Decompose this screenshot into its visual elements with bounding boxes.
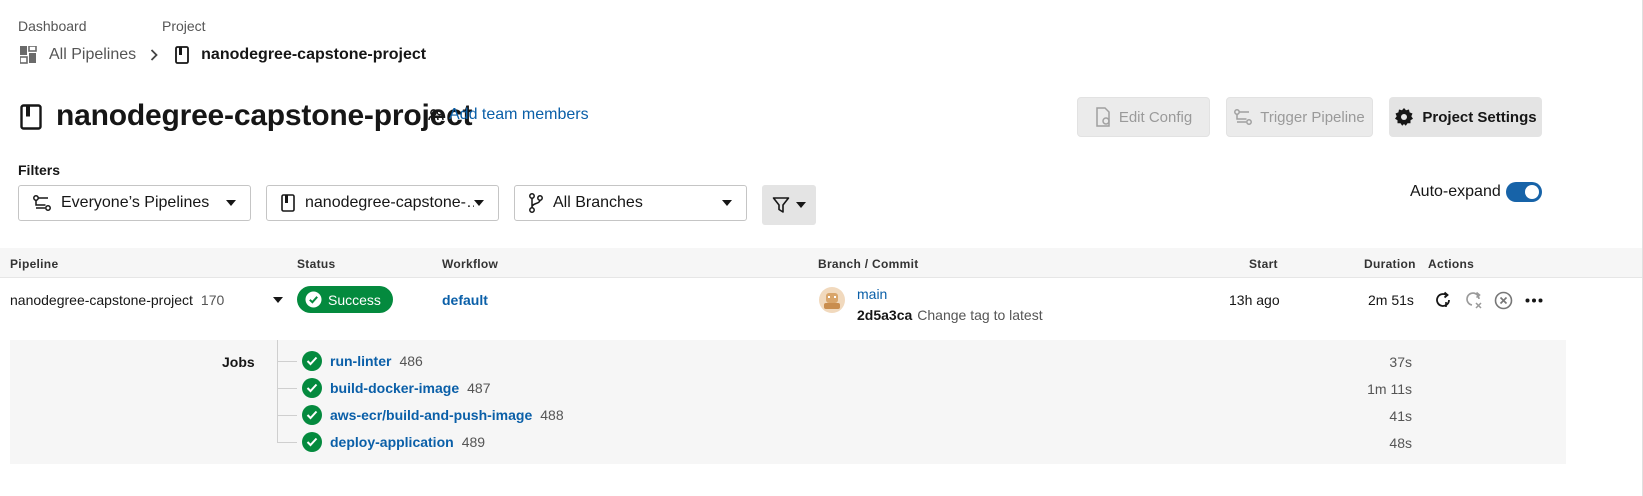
jobs-tree-branch: [277, 361, 297, 362]
breadcrumb-current-project[interactable]: nanodegree-capstone-project: [201, 46, 426, 64]
column-header-duration: Duration: [1364, 257, 1416, 271]
pipeline-name-cell: nanodegree-capstone-project 170: [10, 292, 224, 308]
caret-down-icon: [722, 200, 732, 206]
workflow-link[interactable]: default: [442, 292, 488, 308]
caret-down-icon: [226, 200, 236, 206]
advanced-filter-button[interactable]: [762, 185, 816, 225]
edit-config-label: Edit Config: [1118, 108, 1193, 126]
job-row: run-linter 486: [302, 351, 423, 371]
pipeline-number: 170: [200, 292, 225, 308]
trigger-pipeline-button[interactable]: Trigger Pipeline: [1226, 97, 1373, 137]
caret-down-icon: [474, 200, 484, 206]
pipeline-icon: [33, 195, 51, 211]
breadcrumb-project-label: Project: [162, 18, 206, 34]
check-circle-icon: [302, 405, 322, 425]
jobs-panel: Jobs run-linter 486 37s build-docker-ima…: [10, 340, 1566, 464]
job-duration: 41s: [1389, 408, 1412, 424]
avatar: [819, 287, 845, 313]
jobs-tree-line: [277, 340, 278, 442]
column-header-branch-commit: Branch / Commit: [818, 257, 919, 271]
job-link[interactable]: deploy-application: [330, 434, 454, 450]
chevron-right-icon: [148, 49, 160, 61]
branch-filter-select[interactable]: All Branches: [514, 185, 747, 221]
table-header: Pipeline Status Workflow Branch / Commit…: [0, 248, 1643, 278]
check-circle-icon: [302, 378, 322, 398]
auto-expand-toggle[interactable]: [1506, 182, 1542, 202]
job-link[interactable]: aws-ecr/build-and-push-image: [330, 407, 532, 423]
project-filter-select[interactable]: nanodegree-capstone-…: [266, 185, 499, 221]
edit-config-button[interactable]: Edit Config: [1077, 97, 1210, 137]
job-link[interactable]: build-docker-image: [330, 380, 459, 396]
add-team-members-label[interactable]: Add team members: [449, 106, 589, 124]
status-label: Success: [328, 291, 381, 308]
jobs-label: Jobs: [222, 354, 255, 370]
file-gear-icon: [1095, 107, 1111, 127]
jobs-tree-branch: [277, 442, 297, 443]
job-row: build-docker-image 487: [302, 378, 491, 398]
filters-label: Filters: [18, 162, 61, 178]
add-team-members-link[interactable]: Add team members: [428, 106, 589, 124]
pipeline-icon: [1234, 109, 1253, 125]
check-circle-icon: [302, 432, 322, 452]
pipelines-filter-select[interactable]: Everyone’s Pipelines: [18, 185, 251, 221]
job-link[interactable]: run-linter: [330, 353, 391, 369]
project-settings-label: Project Settings: [1422, 108, 1537, 126]
job-duration: 48s: [1389, 435, 1412, 451]
project-settings-button[interactable]: Project Settings: [1389, 97, 1542, 137]
caret-down-icon: [796, 202, 806, 208]
start-time: 13h ago: [1229, 292, 1280, 308]
check-circle-icon: [302, 351, 322, 371]
column-header-start: Start: [1249, 257, 1278, 271]
project-book-icon: [174, 46, 190, 64]
job-row: deploy-application 489: [302, 432, 485, 452]
commit-sha[interactable]: 2d5a3ca: [857, 307, 912, 323]
pipeline-name[interactable]: nanodegree-capstone-project: [10, 292, 193, 308]
auto-expand-label: Auto-expand: [1410, 183, 1501, 200]
job-duration: 37s: [1389, 354, 1412, 370]
branch-icon: [529, 193, 543, 213]
branch-filter-value: All Branches: [553, 194, 643, 211]
breadcrumb-all-pipelines[interactable]: All Pipelines: [49, 46, 136, 64]
commit-info: 2d5a3ca Change tag to latest: [857, 307, 1043, 323]
jobs-tree-branch: [277, 415, 297, 416]
job-number: 486: [399, 353, 423, 369]
branch-link[interactable]: main: [857, 286, 887, 302]
trigger-pipeline-label: Trigger Pipeline: [1260, 108, 1365, 126]
dashboard-icon: [20, 46, 38, 64]
project-filter-value: nanodegree-capstone-…: [305, 194, 474, 211]
column-header-status: Status: [297, 257, 336, 271]
jobs-tree-branch: [277, 388, 297, 389]
job-number: 489: [461, 434, 486, 450]
funnel-icon: [772, 196, 790, 214]
job-row: aws-ecr/build-and-push-image 488: [302, 405, 564, 425]
table-row: nanodegree-capstone-project 170 Success …: [0, 279, 1643, 339]
column-header-actions: Actions: [1428, 257, 1475, 271]
breadcrumb: All Pipelines nanodegree-capstone-projec…: [20, 45, 426, 65]
breadcrumb-dashboard-label: Dashboard: [18, 18, 87, 34]
commit-message: Change tag to latest: [917, 307, 1043, 323]
job-number: 487: [467, 380, 491, 396]
job-number: 488: [540, 407, 564, 423]
column-header-workflow: Workflow: [442, 257, 499, 271]
status-badge[interactable]: Success: [297, 286, 393, 313]
check-circle-icon: [305, 291, 322, 308]
more-options-icon[interactable]: [1525, 298, 1543, 303]
job-duration: 1m 11s: [1367, 381, 1412, 397]
pipelines-filter-value: Everyone’s Pipelines: [61, 194, 210, 211]
people-icon: [428, 109, 444, 121]
project-book-icon: [281, 194, 295, 212]
rerun-failed-icon[interactable]: [1464, 291, 1484, 309]
gear-icon: [1394, 107, 1414, 127]
cancel-icon[interactable]: [1494, 291, 1513, 310]
page-title: nanodegree-capstone-project: [56, 99, 473, 132]
duration: 2m 51s: [1368, 292, 1414, 308]
expand-row-caret-icon[interactable]: [273, 297, 283, 303]
project-book-icon: [20, 104, 42, 130]
rerun-icon[interactable]: [1434, 291, 1452, 309]
column-header-pipeline: Pipeline: [10, 257, 59, 271]
